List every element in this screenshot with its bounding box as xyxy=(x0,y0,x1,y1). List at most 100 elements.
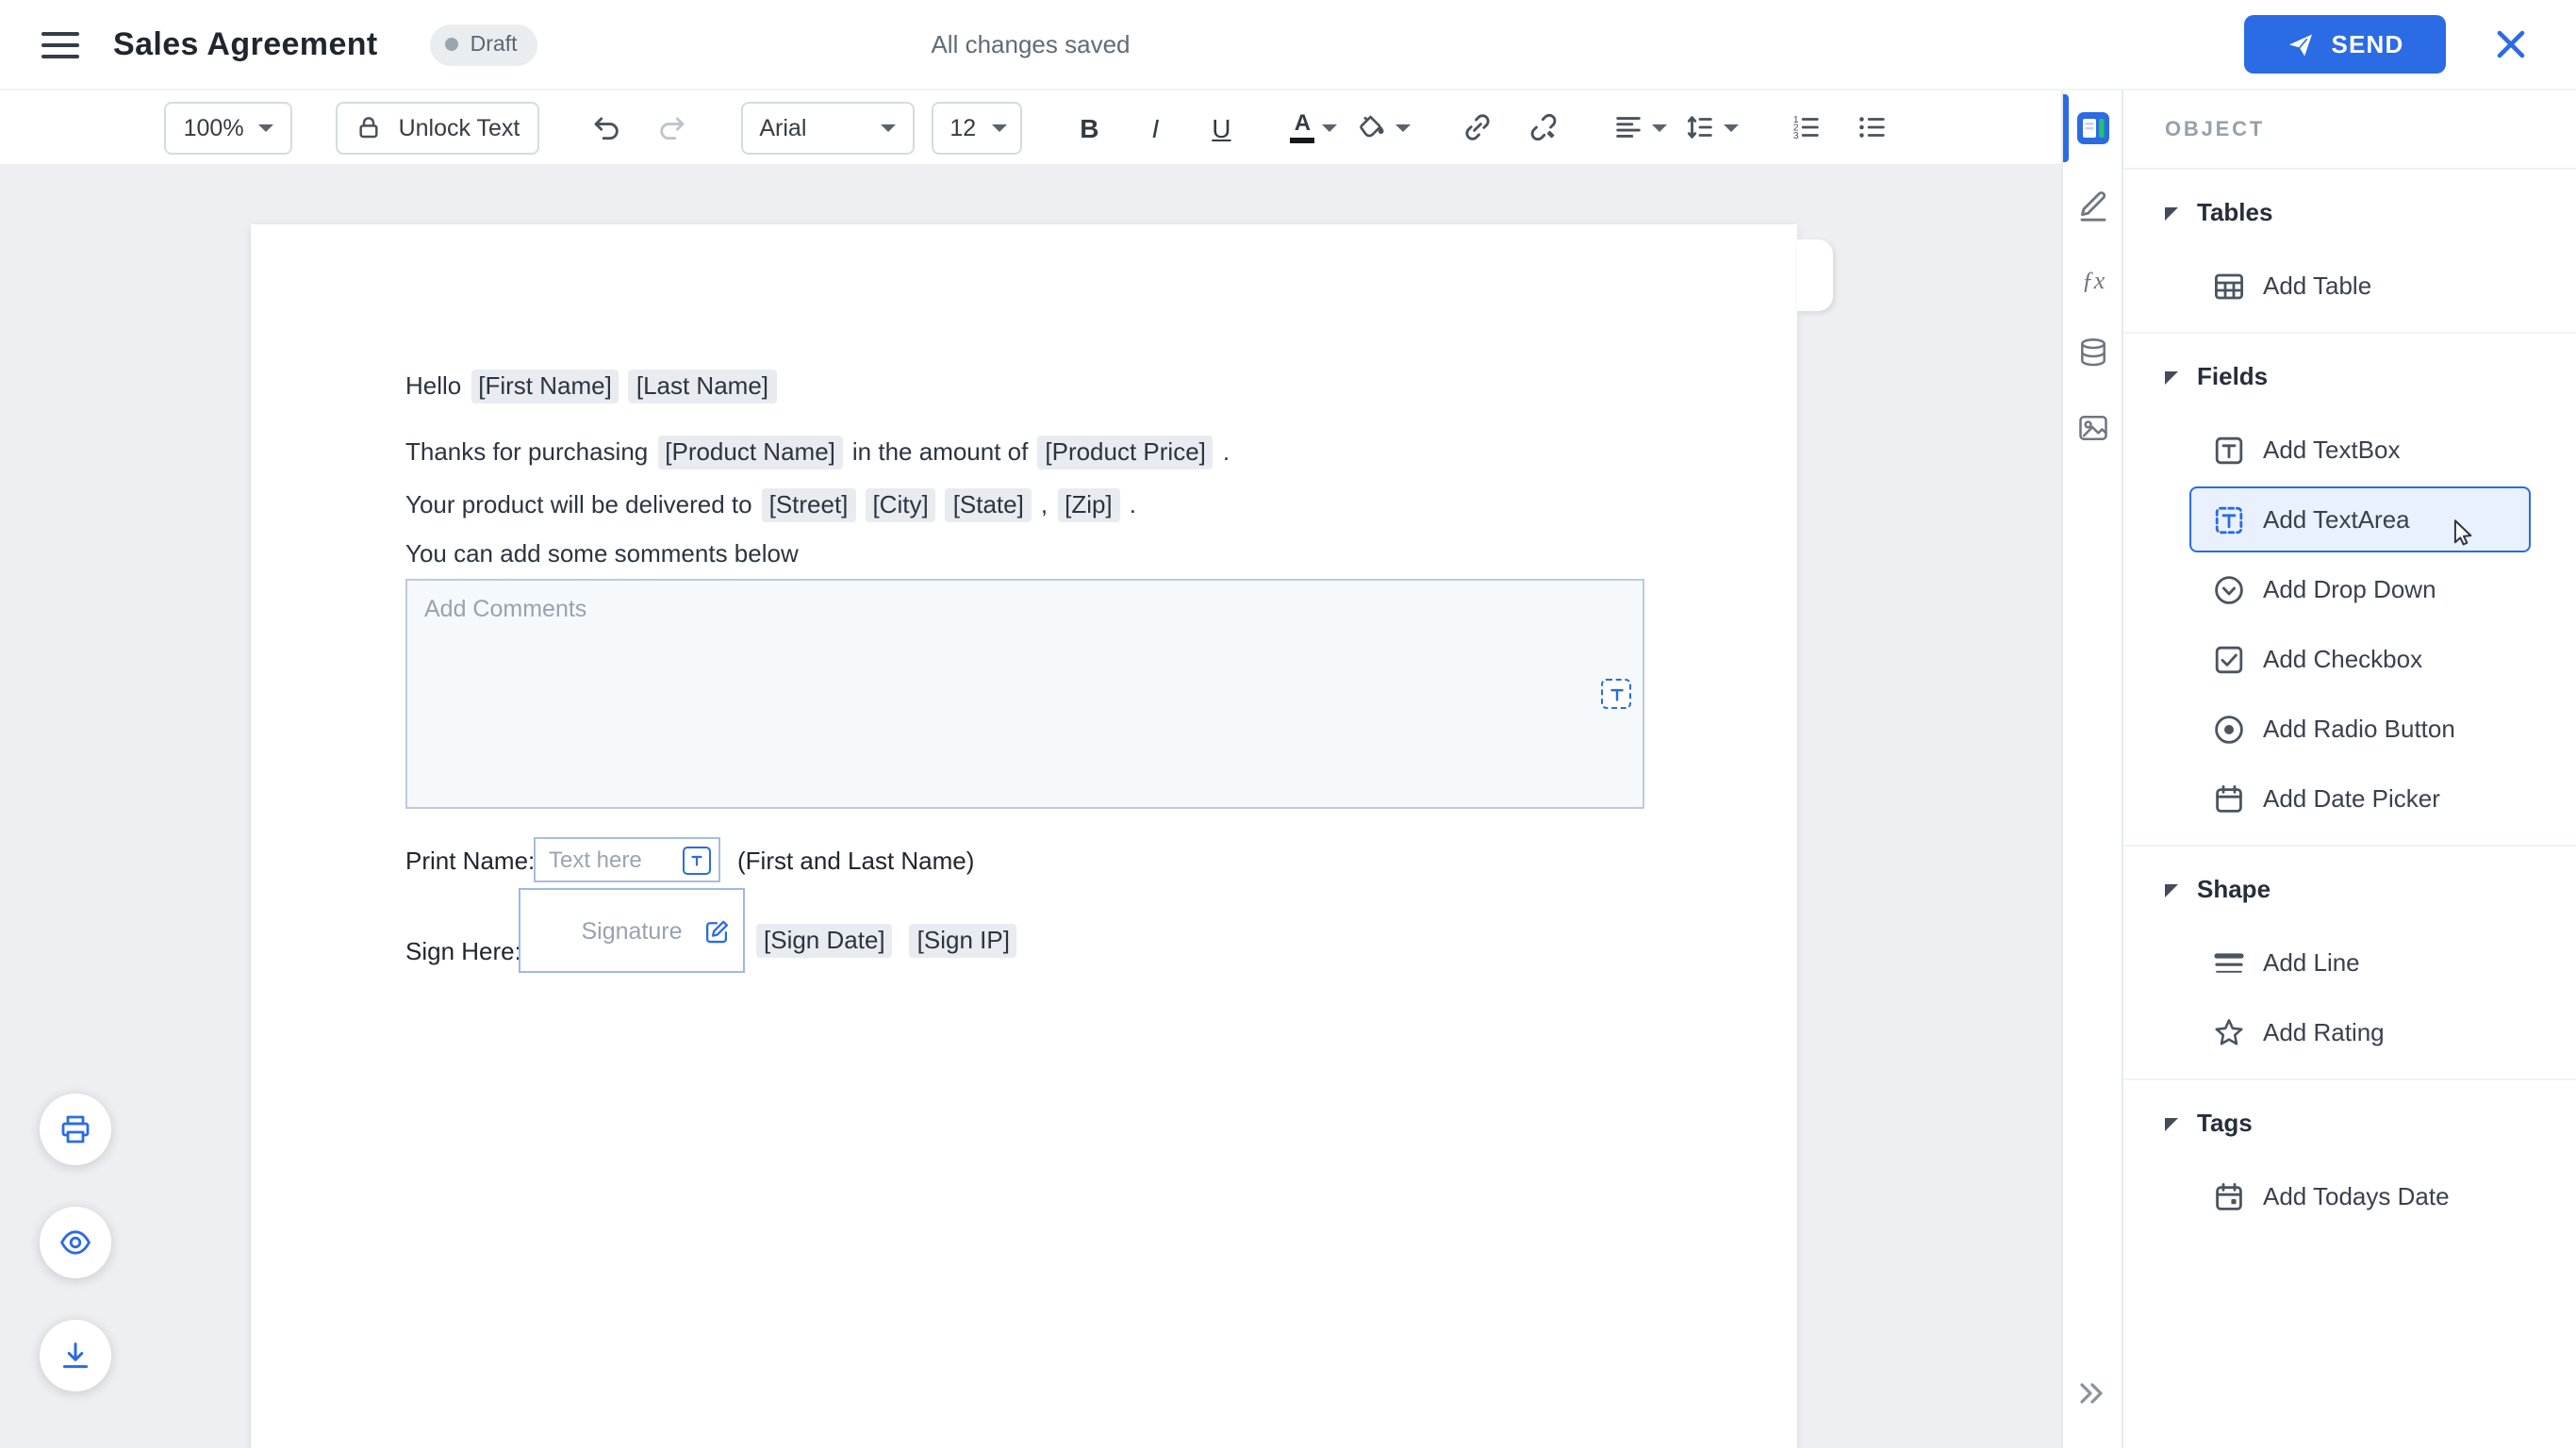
tab-form-elements[interactable] xyxy=(2074,109,2112,147)
field-token-sign-date[interactable]: [Sign Date] xyxy=(756,924,893,958)
tab-formulas[interactable]: ƒx xyxy=(2074,262,2112,300)
link-button[interactable] xyxy=(1453,101,1502,154)
add-textbox-button[interactable]: Add TextBox xyxy=(2189,417,2531,483)
row-label: Add Date Picker xyxy=(2263,784,2440,813)
section-header-tags[interactable]: Tags xyxy=(2123,1092,2576,1152)
font-size-select[interactable]: 12 xyxy=(931,101,1021,154)
doc-text: in the amount of xyxy=(852,437,1028,466)
add-radio-button[interactable]: Add Radio Button xyxy=(2189,696,2531,762)
ordered-list-icon: 1 2 3 xyxy=(1790,111,1822,143)
calendar-icon xyxy=(2212,782,2246,815)
field-token-last-name[interactable]: [Last Name] xyxy=(629,370,776,403)
textarea-field-icon xyxy=(1601,679,1631,709)
download-button[interactable] xyxy=(40,1320,111,1391)
doc-text: . xyxy=(1223,437,1230,466)
image-icon xyxy=(2076,411,2110,445)
field-token-state[interactable]: [State] xyxy=(946,487,1032,521)
section-header-tables[interactable]: Tables xyxy=(2123,181,2576,241)
field-token-product-name[interactable]: [Product Name] xyxy=(657,436,843,469)
field-token-product-price[interactable]: [Product Price] xyxy=(1037,436,1214,469)
tab-annotate[interactable] xyxy=(2074,187,2112,224)
doc-text: Hello xyxy=(405,371,461,400)
document-title: Sales Agreement xyxy=(113,25,378,63)
align-left-icon xyxy=(1611,111,1643,143)
comments-textarea-field[interactable]: Add Comments xyxy=(405,579,1644,809)
line-spacing-button[interactable] xyxy=(1683,101,1738,154)
field-token-sign-ip[interactable]: [Sign IP] xyxy=(910,924,1017,958)
zoom-select[interactable]: 100% xyxy=(165,101,293,154)
toolbar: 100% Unlock Text Arial 12 xyxy=(0,90,2061,164)
fill-color-button[interactable] xyxy=(1355,101,1410,154)
unlock-text-button[interactable]: Unlock Text xyxy=(337,101,539,154)
delivery-line[interactable]: Your product will be delivered to [Stree… xyxy=(405,487,1230,521)
font-family-select[interactable]: Arial xyxy=(740,101,914,154)
undo-button[interactable] xyxy=(582,101,631,154)
send-button[interactable]: SEND xyxy=(2244,15,2446,74)
print-button[interactable] xyxy=(40,1094,111,1165)
download-icon xyxy=(58,1339,92,1373)
collapse-triangle-icon xyxy=(2165,1117,2178,1130)
textbox-field-icon[interactable] xyxy=(683,846,711,874)
row-label: Add TextBox xyxy=(2263,436,2401,464)
send-button-label: SEND xyxy=(2331,30,2403,58)
signature-pen-icon xyxy=(703,917,730,944)
chevron-down-icon xyxy=(991,123,1006,131)
add-rating-button[interactable]: Add Rating xyxy=(2189,999,2531,1065)
row-label: Add Drop Down xyxy=(2263,575,2436,603)
document-page[interactable]: Hello [First Name] [Last Name] Thanks fo… xyxy=(251,224,1797,1448)
row-label: Add Table xyxy=(2263,272,2371,300)
chevron-down-icon xyxy=(880,123,895,131)
print-name-input[interactable]: Text here xyxy=(534,837,720,882)
lines-icon xyxy=(2212,946,2246,979)
signature-field[interactable]: Signature xyxy=(519,888,745,973)
underline-button[interactable]: U xyxy=(1197,101,1246,154)
align-button[interactable] xyxy=(1611,101,1666,154)
undo-icon xyxy=(590,111,622,143)
comments-intro-line[interactable]: You can add some somments below xyxy=(405,539,1230,568)
field-token-zip[interactable]: [Zip] xyxy=(1057,487,1120,521)
unlink-button[interactable] xyxy=(1519,101,1568,154)
section-title-label: Fields xyxy=(2197,361,2268,389)
doc-text: , xyxy=(1041,489,1048,518)
close-icon[interactable] xyxy=(2493,26,2529,62)
bold-button[interactable]: B xyxy=(1065,101,1114,154)
calendar-icon xyxy=(2212,1179,2246,1213)
unlink-icon xyxy=(1527,111,1560,143)
add-table-button[interactable]: Add Table xyxy=(2189,253,2531,319)
text-color-button[interactable]: A xyxy=(1289,101,1338,154)
section-shape: Shape Add Line Add Rating xyxy=(2123,845,2576,1065)
collapse-panel-chevrons-icon[interactable] xyxy=(2074,1376,2112,1414)
signature-placeholder: Signature xyxy=(581,917,682,944)
page-side-handle[interactable] xyxy=(1797,239,1833,311)
row-label: Add Line xyxy=(2263,948,2360,977)
purchase-line[interactable]: Thanks for purchasing [Product Name] in … xyxy=(405,436,1230,469)
redo-button[interactable] xyxy=(648,101,697,154)
field-token-city[interactable]: [City] xyxy=(865,487,935,521)
add-date-picker-button[interactable]: Add Date Picker xyxy=(2189,765,2531,831)
body-paragraph[interactable]: Thanks for purchasing [Product Name] in … xyxy=(405,436,1230,585)
tab-images[interactable] xyxy=(2074,409,2112,447)
document-canvas: Hello [First Name] [Last Name] Thanks fo… xyxy=(0,164,2061,1448)
tab-data[interactable] xyxy=(2074,334,2112,371)
comments-placeholder: Add Comments xyxy=(424,596,586,622)
chevron-down-icon xyxy=(1723,123,1738,131)
greeting-line[interactable]: Hello [First Name] [Last Name] xyxy=(405,370,776,403)
add-checkbox-button[interactable]: Add Checkbox xyxy=(2189,626,2531,692)
preview-button[interactable] xyxy=(40,1207,111,1278)
add-textarea-button[interactable]: Add TextArea xyxy=(2189,486,2531,552)
add-todays-date-button[interactable]: Add Todays Date xyxy=(2189,1163,2531,1229)
section-header-shape[interactable]: Shape xyxy=(2123,858,2576,918)
print-name-placeholder: Text here xyxy=(549,847,683,873)
italic-button[interactable]: I xyxy=(1131,101,1180,154)
field-token-street[interactable]: [Street] xyxy=(762,487,856,521)
ordered-list-button[interactable]: 1 2 3 xyxy=(1781,101,1830,154)
add-dropdown-button[interactable]: Add Drop Down xyxy=(2189,556,2531,622)
sign-here-label: Sign Here: xyxy=(405,937,521,965)
radio-icon xyxy=(2212,712,2246,746)
bullet-list-button[interactable] xyxy=(1847,101,1896,154)
redo-icon xyxy=(656,111,688,143)
field-token-first-name[interactable]: [First Name] xyxy=(471,370,619,403)
section-header-fields[interactable]: Fields xyxy=(2123,345,2576,405)
add-line-button[interactable]: Add Line xyxy=(2189,930,2531,996)
menu-icon[interactable] xyxy=(41,31,79,58)
